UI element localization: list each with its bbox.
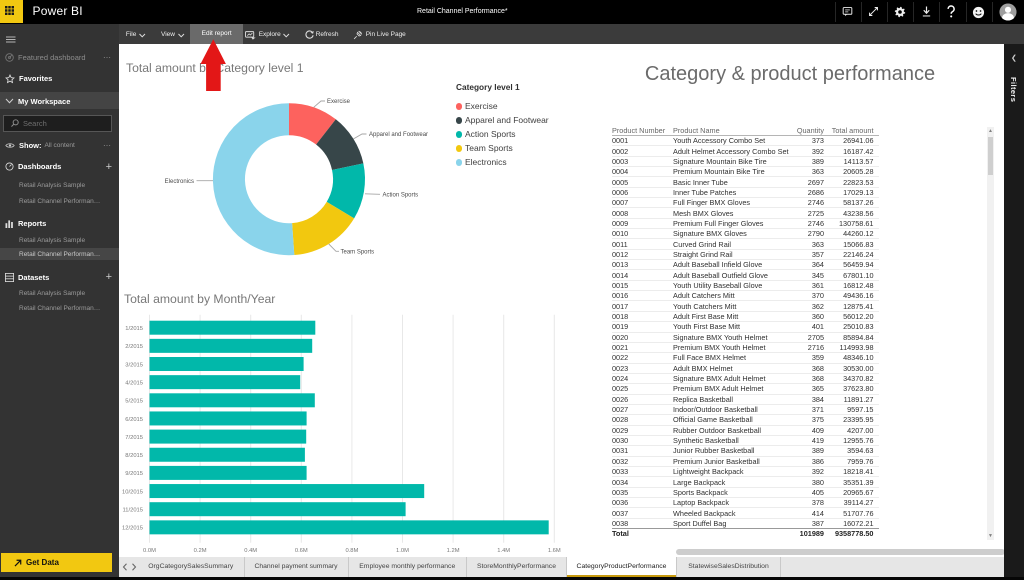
svg-text:Exercise: Exercise: [327, 99, 351, 105]
svg-text:1/2015: 1/2015: [125, 326, 143, 332]
svg-text:Team Sports: Team Sports: [341, 250, 375, 256]
svg-text:8/2015: 8/2015: [125, 453, 143, 459]
svg-text:0.8M: 0.8M: [345, 548, 358, 554]
svg-text:3/2015: 3/2015: [125, 363, 143, 369]
svg-text:1.0M: 1.0M: [396, 548, 409, 554]
svg-text:Action Sports: Action Sports: [383, 193, 419, 199]
svg-text:6/2015: 6/2015: [125, 417, 143, 423]
svg-text:10/2015: 10/2015: [122, 490, 143, 496]
svg-text:0.6M: 0.6M: [295, 548, 308, 554]
svg-text:1.2M: 1.2M: [447, 548, 460, 554]
svg-text:1.4M: 1.4M: [497, 548, 510, 554]
svg-text:Apparel and Footwear: Apparel and Footwear: [369, 132, 428, 138]
svg-text:0.0M: 0.0M: [143, 548, 156, 554]
svg-text:7/2015: 7/2015: [125, 435, 143, 441]
svg-text:5/2015: 5/2015: [125, 399, 143, 405]
svg-text:2/2015: 2/2015: [125, 344, 143, 350]
svg-text:11/2015: 11/2015: [122, 508, 143, 514]
svg-text:9/2015: 9/2015: [125, 471, 143, 477]
svg-text:12/2015: 12/2015: [122, 526, 143, 532]
svg-text:Electronics: Electronics: [165, 179, 194, 185]
svg-text:0.2M: 0.2M: [194, 548, 207, 554]
svg-text:0.4M: 0.4M: [244, 548, 257, 554]
svg-text:1.6M: 1.6M: [548, 548, 561, 554]
svg-text:4/2015: 4/2015: [125, 381, 143, 387]
